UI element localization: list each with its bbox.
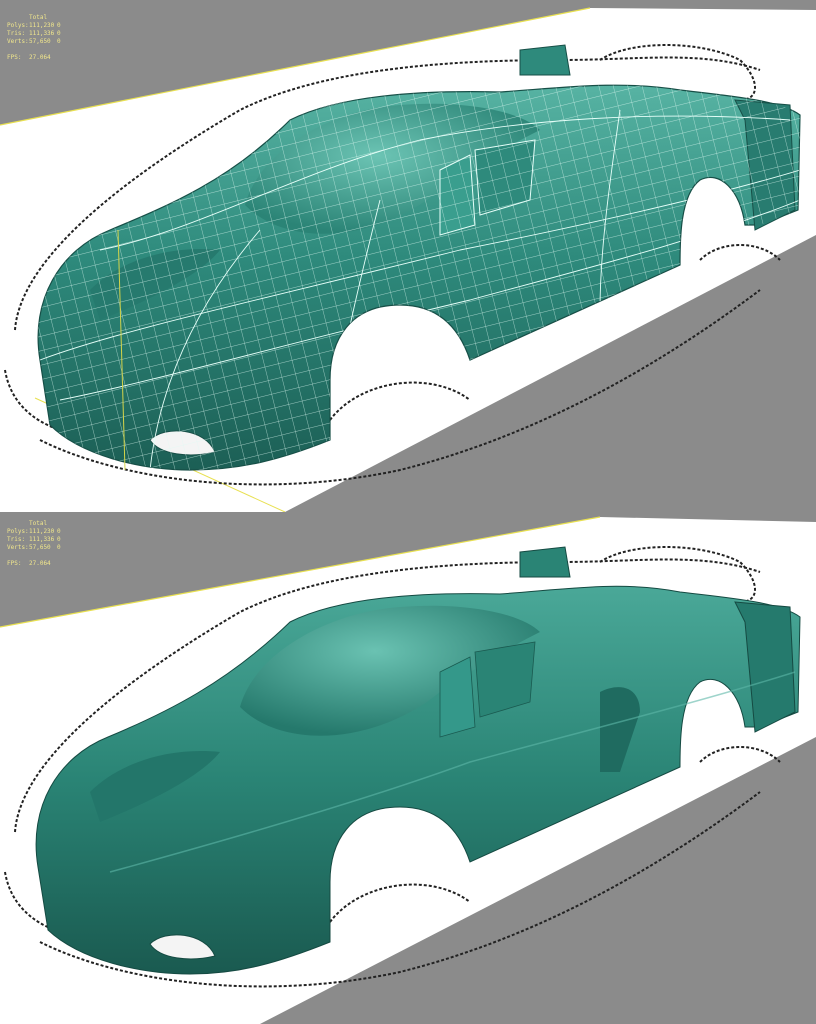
viewport-wireframe[interactable]: Total Polys: 111,230 0 Tris: 111,336 0 V… xyxy=(0,0,816,512)
scene-canvas[interactable] xyxy=(0,512,816,1024)
viewport-smooth[interactable]: Total Polys: 111,230 0 Tris: 111,336 0 V… xyxy=(0,512,816,1024)
stats-row-verts: Verts: 57,650 0 xyxy=(7,544,61,551)
stats-row-fps: FPS: 27.064 xyxy=(7,54,51,61)
stats-row-verts: Verts: 57,650 0 xyxy=(7,38,61,45)
scene-canvas[interactable] xyxy=(0,0,816,512)
car-windshield xyxy=(439,656,476,738)
statistics-overlay: Total Polys: 111,230 0 Tris: 111,336 0 V… xyxy=(7,520,65,568)
rear-spoiler-left xyxy=(519,44,571,76)
stats-row-tris: Tris: 111,336 0 xyxy=(7,30,61,37)
rear-spoiler-left xyxy=(519,546,571,578)
stats-row-polys: Polys: 111,230 0 xyxy=(7,528,61,535)
stats-row-polys: Polys: 111,230 0 xyxy=(7,22,61,29)
stats-row-tris: Tris: 111,336 0 xyxy=(7,536,61,543)
statistics-overlay: Total Polys: 111,230 0 Tris: 111,336 0 V… xyxy=(7,14,65,62)
stats-row-fps: FPS: 27.064 xyxy=(7,560,51,567)
stats-header: Total xyxy=(29,520,48,527)
stats-header: Total xyxy=(29,14,48,21)
